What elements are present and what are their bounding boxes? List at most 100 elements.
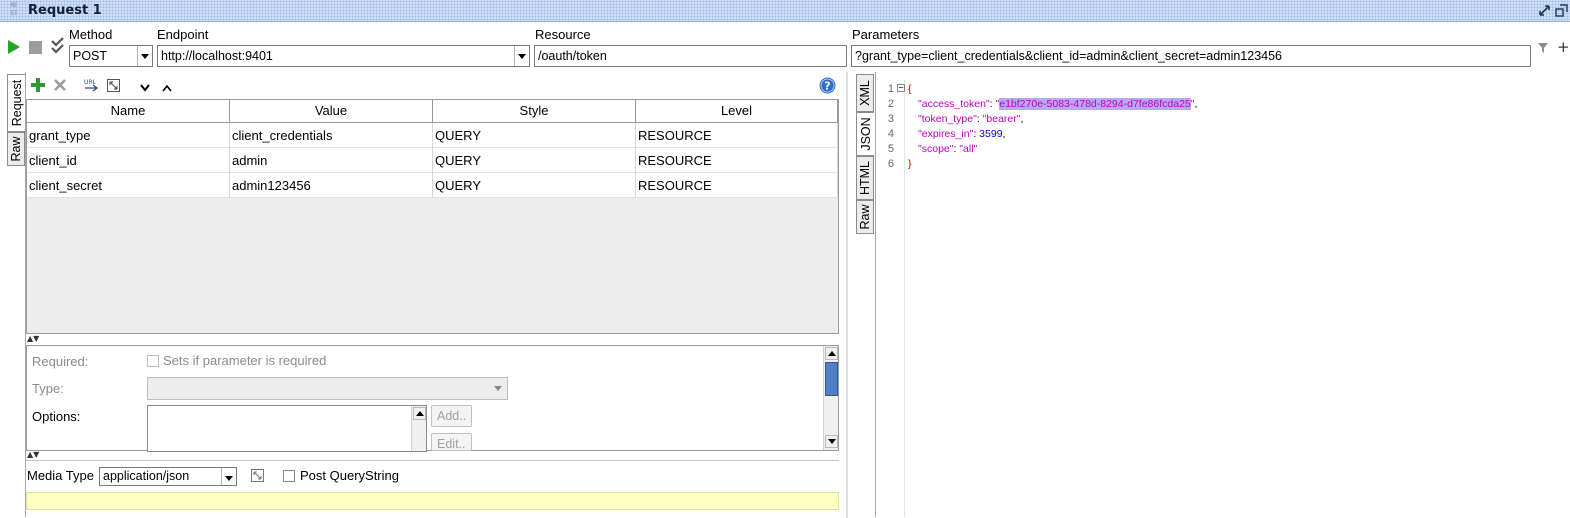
edit-option-button[interactable]: Edit.. <box>431 433 472 451</box>
resource-label: Resource <box>535 27 591 42</box>
play-icon[interactable] <box>7 39 21 55</box>
column-header-level[interactable]: Level <box>636 100 838 123</box>
type-label: Type: <box>32 381 64 396</box>
json-open-brace: { <box>908 83 912 95</box>
parameters-field[interactable]: ?grant_type=client_credentials&client_id… <box>851 45 1531 67</box>
delete-icon[interactable] <box>53 78 67 92</box>
param-value[interactable]: admin <box>230 148 433 173</box>
method-value: POST <box>73 49 108 63</box>
chevron-down-icon[interactable] <box>514 46 529 66</box>
stop-icon[interactable] <box>29 41 42 54</box>
scroll-thumb[interactable] <box>825 362 838 396</box>
plus-icon[interactable] <box>31 78 45 92</box>
splitter-handle[interactable]: ▲▼ <box>27 335 39 343</box>
title-bar: RE ST Request 1 <box>0 0 1570 22</box>
scroll-down-icon[interactable] <box>825 435 838 448</box>
add-icon[interactable]: + <box>1557 40 1570 55</box>
request-side-tabs: Request Raw <box>4 72 26 517</box>
line-number: 5 <box>887 143 894 155</box>
param-style[interactable]: QUERY <box>433 123 636 148</box>
table-row[interactable]: grant_type client_credentials QUERY RESO… <box>27 123 838 148</box>
add-option-button[interactable]: Add.. <box>431 405 472 427</box>
param-value[interactable]: client_credentials <box>230 123 433 148</box>
help-icon[interactable]: ? <box>819 77 836 94</box>
json-key: "token_type" <box>918 113 977 125</box>
param-style[interactable]: QUERY <box>433 148 636 173</box>
options-label: Options: <box>32 409 81 424</box>
tab-request[interactable]: Request <box>7 74 25 132</box>
chevron-down-icon[interactable] <box>137 46 152 66</box>
table-row[interactable]: client_id admin QUERY RESOURCE <box>27 148 838 173</box>
method-select[interactable]: POST <box>69 45 153 67</box>
json-response-viewer[interactable]: 1 − { 2 "access_token": "e1bf270e-5083-4… <box>878 80 1568 517</box>
parameters-value: ?grant_type=client_credentials&client_id… <box>855 49 1283 63</box>
fold-icon[interactable]: − <box>897 84 905 92</box>
json-key: "scope" <box>918 143 954 155</box>
param-name[interactable]: client_secret <box>27 173 230 198</box>
url-icon[interactable]: URL <box>83 78 99 92</box>
type-select[interactable] <box>147 377 508 400</box>
access-token-value[interactable]: e1bf270e-5083-478d-8294-d7fe86fcda25 <box>999 98 1191 110</box>
scroll-up-icon[interactable] <box>825 347 838 360</box>
endpoint-field[interactable]: http://localhost:9401 <box>157 45 530 67</box>
json-string-value: "bearer" <box>982 113 1021 125</box>
resize-icon[interactable] <box>251 469 264 482</box>
json-key: "access_token" <box>918 98 990 110</box>
media-type-label: Media Type <box>27 468 94 483</box>
gutter-line <box>904 80 905 517</box>
param-level[interactable]: RESOURCE <box>636 173 838 198</box>
window-title: Request 1 <box>28 3 102 18</box>
column-header-style[interactable]: Style <box>433 100 636 123</box>
media-type-value: application/json <box>103 469 190 483</box>
param-style[interactable]: QUERY <box>433 173 636 198</box>
chevron-down-icon <box>494 386 502 391</box>
column-header-value[interactable]: Value <box>230 100 433 123</box>
json-key: "expires_in" <box>918 128 974 140</box>
pane-divider[interactable] <box>846 72 848 518</box>
options-scrollbar[interactable] <box>411 406 426 451</box>
svg-text:?: ? <box>824 80 830 93</box>
parameters-label: Parameters <box>852 27 920 42</box>
column-header-name[interactable]: Name <box>27 100 230 123</box>
clear-icon[interactable] <box>1537 42 1549 54</box>
params-table: Name Value Style Level grant_type client… <box>26 99 839 334</box>
resource-field[interactable]: /oauth/token <box>534 45 847 67</box>
param-level[interactable]: RESOURCE <box>636 148 838 173</box>
tab-raw[interactable]: Raw <box>7 132 25 166</box>
chevron-down-icon[interactable] <box>221 468 236 485</box>
rest-request-window: RE ST Request 1 Method POST Endpoint http… <box>0 0 1570 518</box>
detail-scrollbar[interactable] <box>823 346 838 450</box>
restore-icon[interactable] <box>1538 4 1551 17</box>
param-name[interactable]: grant_type <box>27 123 230 148</box>
tab-json[interactable]: JSON <box>856 112 874 156</box>
response-side-tabs: XML JSON HTML Raw <box>852 72 876 517</box>
param-detail-panel: Required: Sets if parameter is required … <box>26 345 839 452</box>
scroll-up-icon[interactable] <box>413 407 426 420</box>
table-row[interactable]: client_secret admin123456 QUERY RESOURCE <box>27 173 838 198</box>
line-number: 2 <box>887 98 894 110</box>
request-body-editor[interactable] <box>26 492 839 510</box>
move-up-icon[interactable] <box>162 81 172 92</box>
float-icon[interactable] <box>1555 4 1568 17</box>
endpoint-label: Endpoint <box>157 27 209 42</box>
options-list[interactable] <box>147 405 427 452</box>
required-checkbox[interactable] <box>147 355 159 367</box>
endpoint-value: http://localhost:9401 <box>161 49 273 63</box>
json-line-scope: "scope": "all" <box>918 143 978 155</box>
tab-raw-response[interactable]: Raw <box>856 200 874 234</box>
param-name[interactable]: client_id <box>27 148 230 173</box>
media-type-select[interactable]: application/json <box>99 467 237 486</box>
param-value[interactable]: admin123456 <box>230 173 433 198</box>
post-querystring-checkbox[interactable] <box>283 470 295 482</box>
param-level[interactable]: RESOURCE <box>636 123 838 148</box>
required-checkbox-label: Sets if parameter is required <box>163 353 327 368</box>
splitter-handle[interactable]: ▲▼ <box>27 451 39 459</box>
rest-badge-icon: RE ST <box>10 2 18 17</box>
check-icon[interactable] <box>50 37 66 55</box>
tab-xml[interactable]: XML <box>856 74 874 112</box>
tab-html[interactable]: HTML <box>856 156 874 200</box>
move-down-icon[interactable] <box>140 81 150 92</box>
json-string-value: "all" <box>959 143 978 155</box>
json-line-expires-in: "expires_in": 3599, <box>918 128 1006 140</box>
resize-icon[interactable] <box>107 79 120 92</box>
